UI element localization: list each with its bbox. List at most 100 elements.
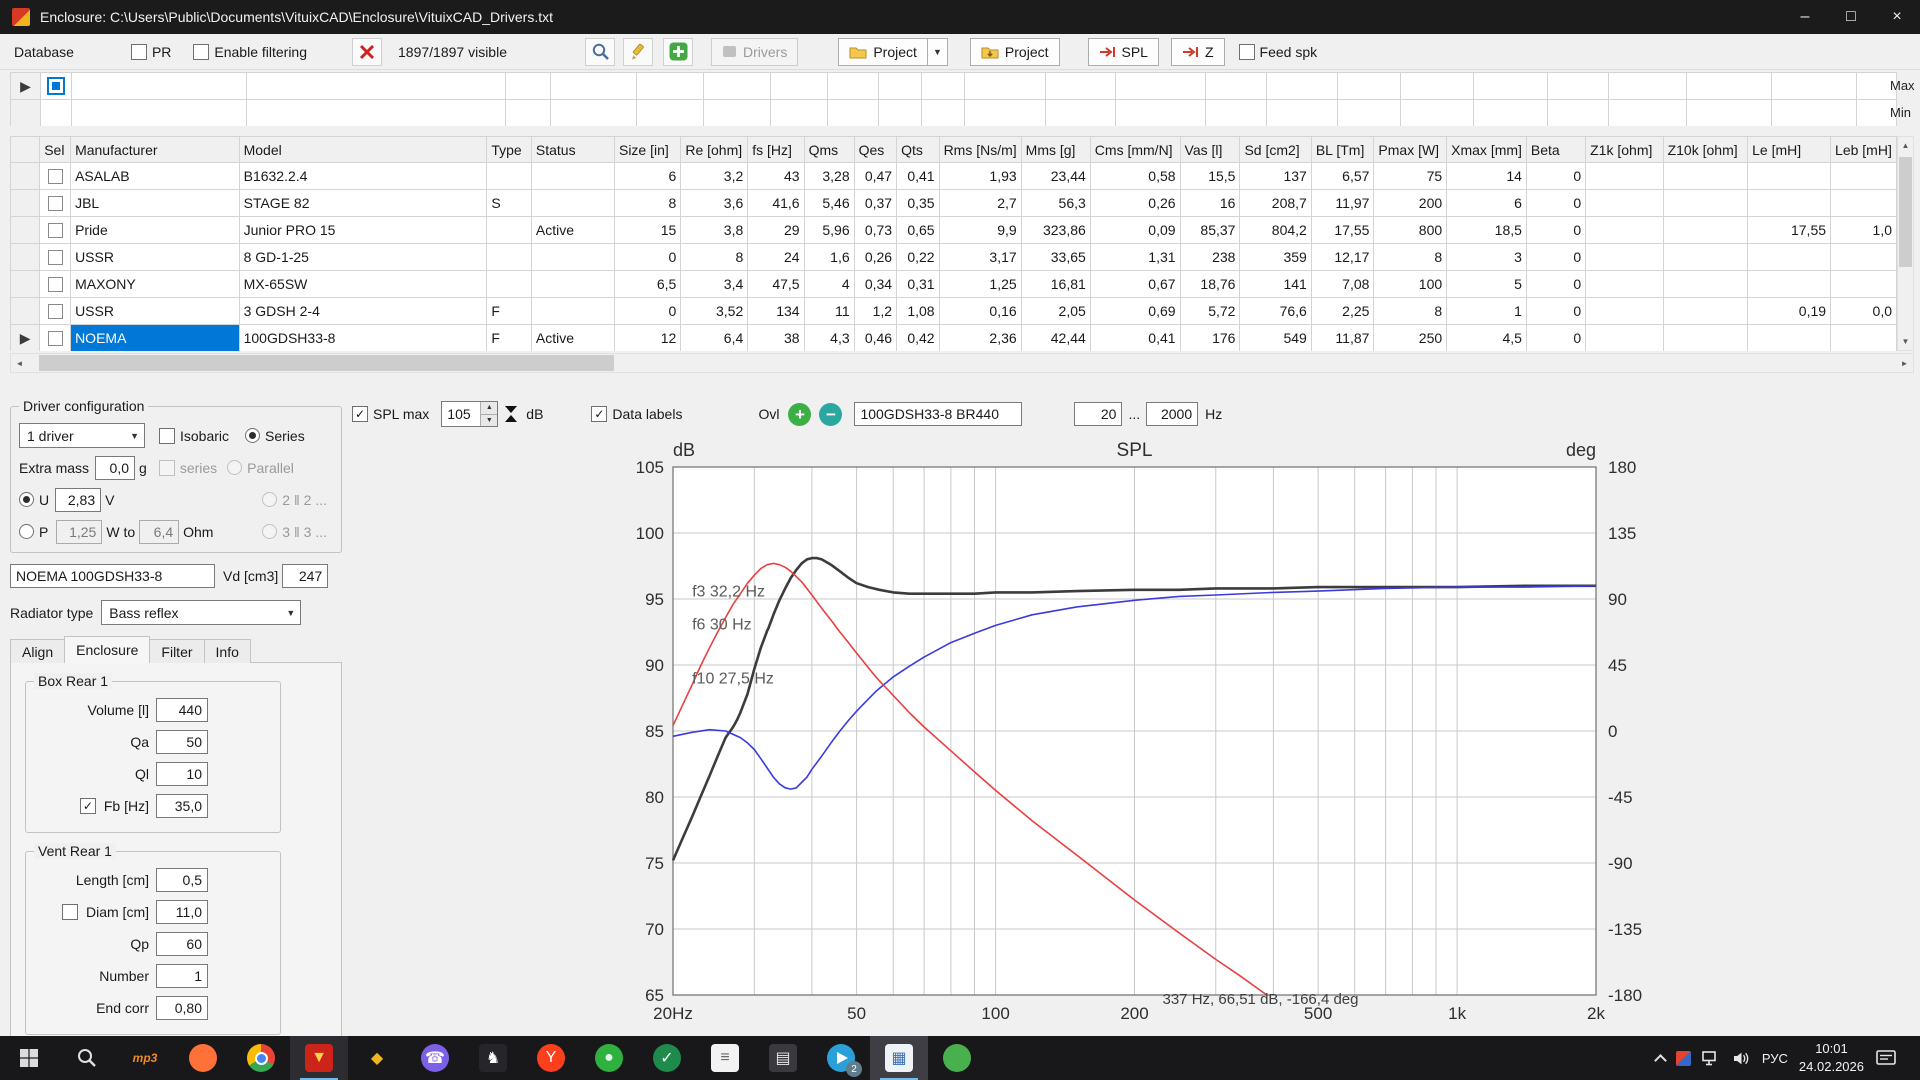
column-header-pmax-w[interactable]: Pmax [W] bbox=[1374, 137, 1447, 163]
cell[interactable]: 8 bbox=[1374, 244, 1447, 271]
cell[interactable]: 11,87 bbox=[1311, 325, 1374, 352]
tray-app-icon[interactable] bbox=[1676, 1051, 1691, 1066]
cell[interactable]: 3,28 bbox=[804, 163, 854, 190]
cell[interactable]: 0,42 bbox=[897, 325, 939, 352]
column-header-bl-tm[interactable]: BL [Tm] bbox=[1311, 137, 1374, 163]
spl-max-checkbox[interactable]: SPL max bbox=[352, 406, 429, 422]
column-header-fs-hz[interactable]: fs [Hz] bbox=[748, 137, 804, 163]
green-leaf-app-icon[interactable] bbox=[928, 1036, 986, 1080]
filter-cell[interactable] bbox=[40, 73, 71, 100]
feed-spk-checkbox[interactable]: Feed spk bbox=[1239, 44, 1318, 60]
enclosure-window-icon[interactable]: ▦ bbox=[870, 1036, 928, 1080]
cell[interactable]: 47,5 bbox=[748, 271, 804, 298]
cell[interactable]: 23,44 bbox=[1021, 163, 1090, 190]
cell[interactable]: 549 bbox=[1240, 325, 1311, 352]
qp-input[interactable]: 60 bbox=[156, 932, 208, 956]
cell[interactable]: 8 bbox=[1374, 298, 1447, 325]
cell[interactable]: 0 bbox=[1526, 325, 1585, 352]
cell[interactable]: F bbox=[487, 298, 532, 325]
cell[interactable]: 0 bbox=[1526, 217, 1585, 244]
vscroll-thumb[interactable] bbox=[1899, 157, 1912, 267]
cell[interactable]: 76,6 bbox=[1240, 298, 1311, 325]
cell[interactable]: 0,35 bbox=[897, 190, 939, 217]
voltage-input[interactable]: 2,83 bbox=[55, 488, 101, 512]
vd-input[interactable]: 247 bbox=[282, 564, 328, 588]
extra-mass-input[interactable]: 0,0 bbox=[95, 456, 135, 480]
cell[interactable]: 1,6 bbox=[804, 244, 854, 271]
filter-cell[interactable] bbox=[1205, 100, 1266, 127]
cell[interactable]: 16,81 bbox=[1021, 271, 1090, 298]
column-header-qts[interactable]: Qts bbox=[897, 137, 939, 163]
green-app-icon[interactable]: ✓ bbox=[638, 1036, 696, 1080]
cell[interactable]: 56,3 bbox=[1021, 190, 1090, 217]
filter-cell[interactable] bbox=[1401, 73, 1474, 100]
cell[interactable] bbox=[1831, 271, 1897, 298]
filter-cell[interactable] bbox=[71, 73, 246, 100]
cell[interactable]: 38 bbox=[748, 325, 804, 352]
cell[interactable]: 250 bbox=[1374, 325, 1447, 352]
cell[interactable]: 0,22 bbox=[897, 244, 939, 271]
volume-l-input[interactable]: 440 bbox=[156, 698, 208, 722]
cell[interactable]: 75 bbox=[1374, 163, 1447, 190]
action-center-icon[interactable] bbox=[1875, 1049, 1897, 1067]
freq-to-input[interactable]: 2000 bbox=[1146, 402, 1198, 426]
cell[interactable]: 29 bbox=[748, 217, 804, 244]
cell[interactable] bbox=[531, 163, 614, 190]
cell[interactable]: 0,26 bbox=[854, 244, 896, 271]
cell[interactable] bbox=[1831, 190, 1897, 217]
yandex-browser-icon[interactable]: Y bbox=[522, 1036, 580, 1080]
series-checkbox[interactable]: series bbox=[159, 460, 217, 476]
add-driver-button[interactable] bbox=[663, 38, 693, 66]
notes-app-icon[interactable]: ≡ bbox=[696, 1036, 754, 1080]
cell[interactable]: 8 bbox=[614, 190, 680, 217]
column-header-sel[interactable]: Sel bbox=[40, 137, 71, 163]
column-header-status[interactable]: Status bbox=[531, 137, 614, 163]
cell[interactable] bbox=[1586, 190, 1663, 217]
cell[interactable] bbox=[531, 244, 614, 271]
cell[interactable] bbox=[1586, 325, 1663, 352]
cell[interactable]: 4,5 bbox=[1447, 325, 1527, 352]
cell[interactable]: 11,97 bbox=[1311, 190, 1374, 217]
cell[interactable] bbox=[1586, 271, 1663, 298]
cell[interactable]: 0,37 bbox=[854, 190, 896, 217]
cell[interactable] bbox=[531, 298, 614, 325]
parallel-radio[interactable]: Parallel bbox=[227, 460, 294, 476]
cell[interactable] bbox=[487, 271, 532, 298]
search-button[interactable] bbox=[585, 38, 615, 66]
project-dropdown-button[interactable]: ▼ bbox=[928, 38, 948, 66]
cell[interactable]: 6,4 bbox=[681, 325, 748, 352]
filter-cell[interactable] bbox=[879, 73, 922, 100]
green-messenger-icon[interactable]: ● bbox=[580, 1036, 638, 1080]
config-3x3-radio[interactable]: 3 ‖ 3 ... bbox=[262, 524, 327, 540]
column-header-qms[interactable]: Qms bbox=[804, 137, 854, 163]
power-input[interactable]: 1,25 bbox=[56, 520, 102, 544]
row-select-checkbox[interactable] bbox=[48, 331, 63, 346]
cell[interactable] bbox=[1748, 271, 1831, 298]
maximize-button[interactable]: □ bbox=[1828, 0, 1874, 34]
cell[interactable]: 1,25 bbox=[939, 271, 1021, 298]
network-icon[interactable] bbox=[1702, 1051, 1721, 1066]
cell[interactable] bbox=[1748, 163, 1831, 190]
cell[interactable]: 0,16 bbox=[939, 298, 1021, 325]
filter-cell[interactable] bbox=[1609, 100, 1687, 127]
row-header[interactable]: ▶ bbox=[11, 73, 41, 100]
start-button[interactable] bbox=[0, 1036, 58, 1080]
cell[interactable]: 0,67 bbox=[1090, 271, 1180, 298]
scroll-up-icon[interactable]: ▲ bbox=[1898, 137, 1913, 154]
column-header-z10k-ohm[interactable]: Z10k [ohm] bbox=[1663, 137, 1748, 163]
cell[interactable] bbox=[1586, 163, 1663, 190]
filter-cell[interactable] bbox=[771, 100, 828, 127]
sel-cell[interactable] bbox=[40, 271, 71, 298]
cell[interactable]: 176 bbox=[1180, 325, 1240, 352]
column-header-size-in[interactable]: Size [in] bbox=[614, 137, 680, 163]
spin-up-icon[interactable]: ▲ bbox=[481, 402, 497, 415]
cell[interactable] bbox=[1586, 298, 1663, 325]
driver-count-select[interactable]: 1 driver▼ bbox=[19, 423, 145, 448]
cell[interactable]: 24 bbox=[748, 244, 804, 271]
filter-cell[interactable] bbox=[1266, 100, 1338, 127]
column-header-vas-l[interactable]: Vas [l] bbox=[1180, 137, 1240, 163]
row-header[interactable] bbox=[11, 190, 40, 217]
cell[interactable]: B1632.2.4 bbox=[239, 163, 487, 190]
cell[interactable] bbox=[1663, 244, 1748, 271]
cell[interactable]: MAXONY bbox=[71, 271, 240, 298]
